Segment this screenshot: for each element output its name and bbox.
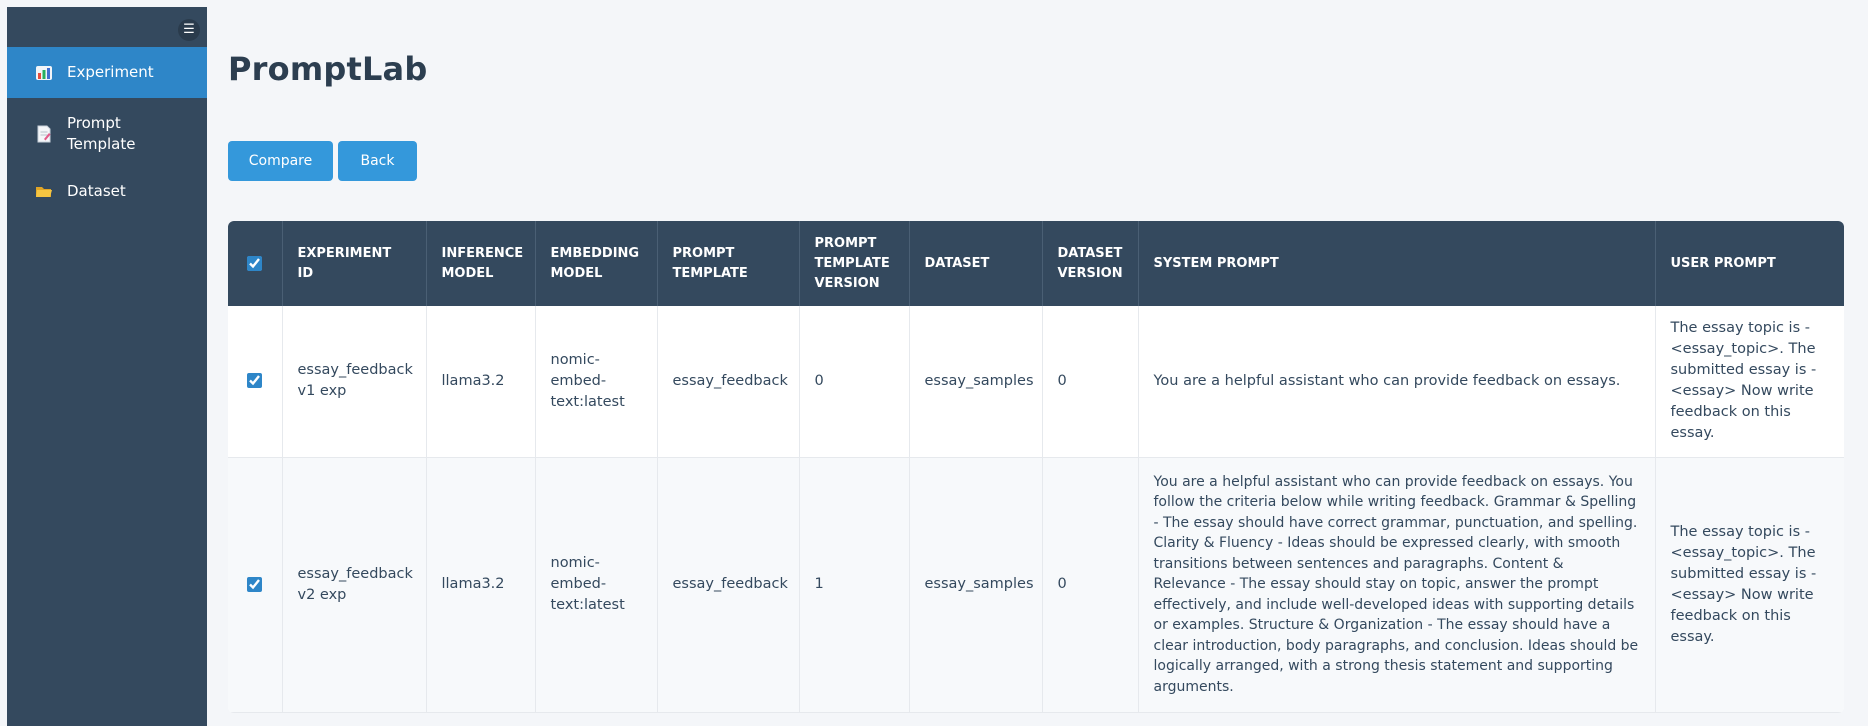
sidebar-item-dataset[interactable]: Dataset <box>7 169 207 213</box>
column-header[interactable]: PROMPT TEMPLATE VERSION <box>799 221 910 306</box>
folder-icon <box>33 184 55 199</box>
document-icon <box>33 125 55 143</box>
sidebar-item-label: Experiment <box>67 63 154 81</box>
page-title: PromptLab <box>228 50 428 88</box>
column-header[interactable]: INFERENCE MODEL <box>426 221 536 306</box>
sidebar-item-label: Dataset <box>67 181 126 200</box>
dataset-version-cell: 0 <box>1042 457 1139 713</box>
prompt-template-cell: essay_feedback <box>657 457 800 713</box>
inference-model-cell: llama3.2 <box>426 306 536 458</box>
user-prompt-cell: The essay topic is - <essay_topic>. The … <box>1655 457 1844 713</box>
column-header[interactable]: DATASET VERSION <box>1042 221 1139 306</box>
dataset-cell: essay_samples <box>909 306 1043 458</box>
column-header[interactable]: SYSTEM PROMPT <box>1138 221 1656 306</box>
app: ☰ Experiment Prompt Template Dataset Pro… <box>0 0 1868 726</box>
hamburger-icon[interactable]: ☰ <box>178 19 200 41</box>
column-header[interactable]: EMBEDDING MODEL <box>535 221 658 306</box>
compare-button[interactable]: Compare <box>228 141 333 181</box>
prompt-template-version-cell: 0 <box>799 306 910 458</box>
column-header[interactable]: USER PROMPT <box>1655 221 1844 306</box>
row-checkbox[interactable] <box>247 576 263 592</box>
system-prompt-cell: You are a helpful assistant who can prov… <box>1138 457 1656 713</box>
embedding-model-cell: nomic-embed-text:latest <box>535 306 658 458</box>
chart-icon <box>33 65 55 81</box>
table-row[interactable]: essay_feedback v1 exp llama3.2 nomic-emb… <box>228 306 1844 458</box>
row-checkbox[interactable] <box>247 373 263 389</box>
row-select-cell <box>228 306 283 458</box>
prompt-template-cell: essay_feedback <box>657 306 800 458</box>
column-header[interactable]: DATASET <box>909 221 1043 306</box>
embedding-model-cell: nomic-embed-text:latest <box>535 457 658 713</box>
sidebar-nav: Experiment Prompt Template Dataset <box>7 47 207 213</box>
row-select-cell <box>228 457 283 713</box>
dataset-cell: essay_samples <box>909 457 1043 713</box>
experiments-table: EXPERIMENT ID INFERENCE MODEL EMBEDDING … <box>228 221 1844 713</box>
back-button[interactable]: Back <box>338 141 417 181</box>
sidebar-item-experiment[interactable]: Experiment <box>7 47 207 98</box>
sidebar: ☰ Experiment Prompt Template Dataset <box>7 7 207 726</box>
select-all-cell <box>228 221 283 306</box>
table-header-row: EXPERIMENT ID INFERENCE MODEL EMBEDDING … <box>228 221 1844 306</box>
user-prompt-cell: The essay topic is - <essay_topic>. The … <box>1655 306 1844 458</box>
sidebar-item-label: Prompt Template <box>67 113 136 153</box>
prompt-template-version-cell: 1 <box>799 457 910 713</box>
column-header[interactable]: EXPERIMENT ID <box>282 221 427 306</box>
inference-model-cell: llama3.2 <box>426 457 536 713</box>
experiment-id-cell: essay_feedback v2 exp <box>282 457 427 713</box>
sidebar-item-prompt-template[interactable]: Prompt Template <box>7 98 207 169</box>
select-all-checkbox[interactable] <box>247 255 263 271</box>
table-row[interactable]: essay_feedback v2 exp llama3.2 nomic-emb… <box>228 457 1844 713</box>
experiment-id-cell: essay_feedback v1 exp <box>282 306 427 458</box>
column-header[interactable]: PROMPT TEMPLATE <box>657 221 800 306</box>
system-prompt-cell: You are a helpful assistant who can prov… <box>1138 306 1656 458</box>
dataset-version-cell: 0 <box>1042 306 1139 458</box>
